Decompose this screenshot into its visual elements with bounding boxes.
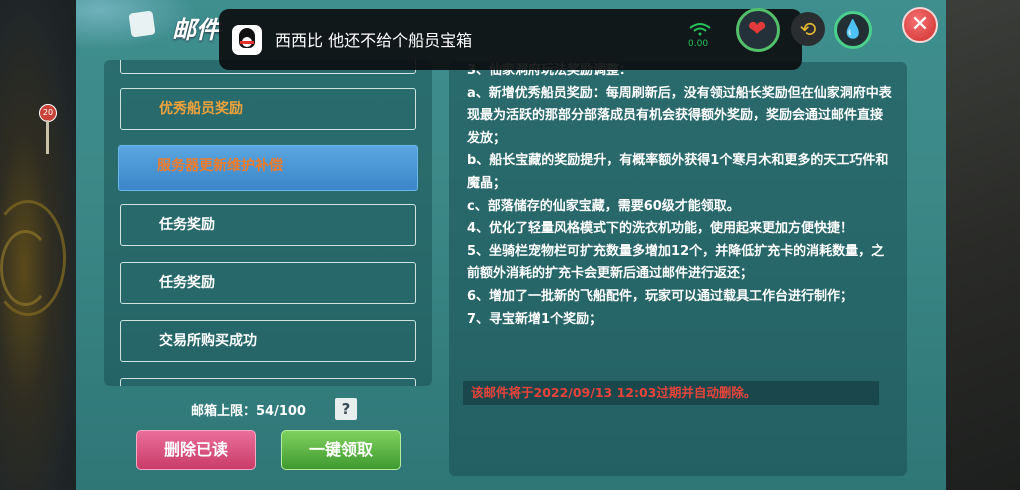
mail-list[interactable]: 优秀船员奖励 服务器更新维护补偿 任务奖励 任务奖励 交易所购买成功 <box>104 60 432 386</box>
refresh-arrow-icon[interactable]: ⟲ <box>791 12 825 46</box>
panel-title: 邮件 <box>172 16 220 44</box>
heart-icon[interactable]: ❤ <box>736 8 780 52</box>
game-background-right <box>940 0 1020 490</box>
list-item[interactable] <box>120 378 416 386</box>
map-decoration <box>0 230 51 306</box>
qq-app-icon <box>232 25 262 55</box>
help-button[interactable]: ? <box>335 398 357 420</box>
mail-item-server-maintenance[interactable]: 服务器更新维护补偿 <box>118 145 418 191</box>
mail-body-text: 3、仙家洞府玩法奖励调整： a、新增优秀船员奖励：每周刷新后，没有领过船长奖励但… <box>467 63 892 327</box>
mail-icon <box>128 10 156 38</box>
claim-all-button[interactable]: 一键领取 <box>281 430 401 470</box>
notification-text: 西西比 他还不给个船员宝箱 <box>275 31 473 50</box>
mailbox-limit: 邮箱上限：54/100 <box>191 404 306 419</box>
mail-item-task-reward[interactable]: 任务奖励 <box>120 262 416 304</box>
wifi-icon: 0.00 <box>688 22 716 49</box>
map-pin-stick <box>46 120 49 154</box>
delete-read-button[interactable]: 删除已读 <box>136 430 256 470</box>
mail-content[interactable]: 3、仙家洞府玩法奖励调整： a、新增优秀船员奖励：每周刷新后，没有领过船长奖励但… <box>449 62 907 476</box>
mail-item-exchange-purchase[interactable]: 交易所购买成功 <box>120 320 416 362</box>
wifi-speed: 0.00 <box>688 39 709 49</box>
mail-item-excellent-crew[interactable]: 优秀船员奖励 <box>120 88 416 130</box>
close-button[interactable]: ✕ <box>902 7 938 43</box>
expiry-notice: 该邮件将于2022/09/13 12:03过期并自动删除。 <box>463 381 879 405</box>
mail-item-task-reward[interactable]: 任务奖励 <box>120 204 416 246</box>
water-drop-icon[interactable]: 💧 <box>834 11 872 49</box>
